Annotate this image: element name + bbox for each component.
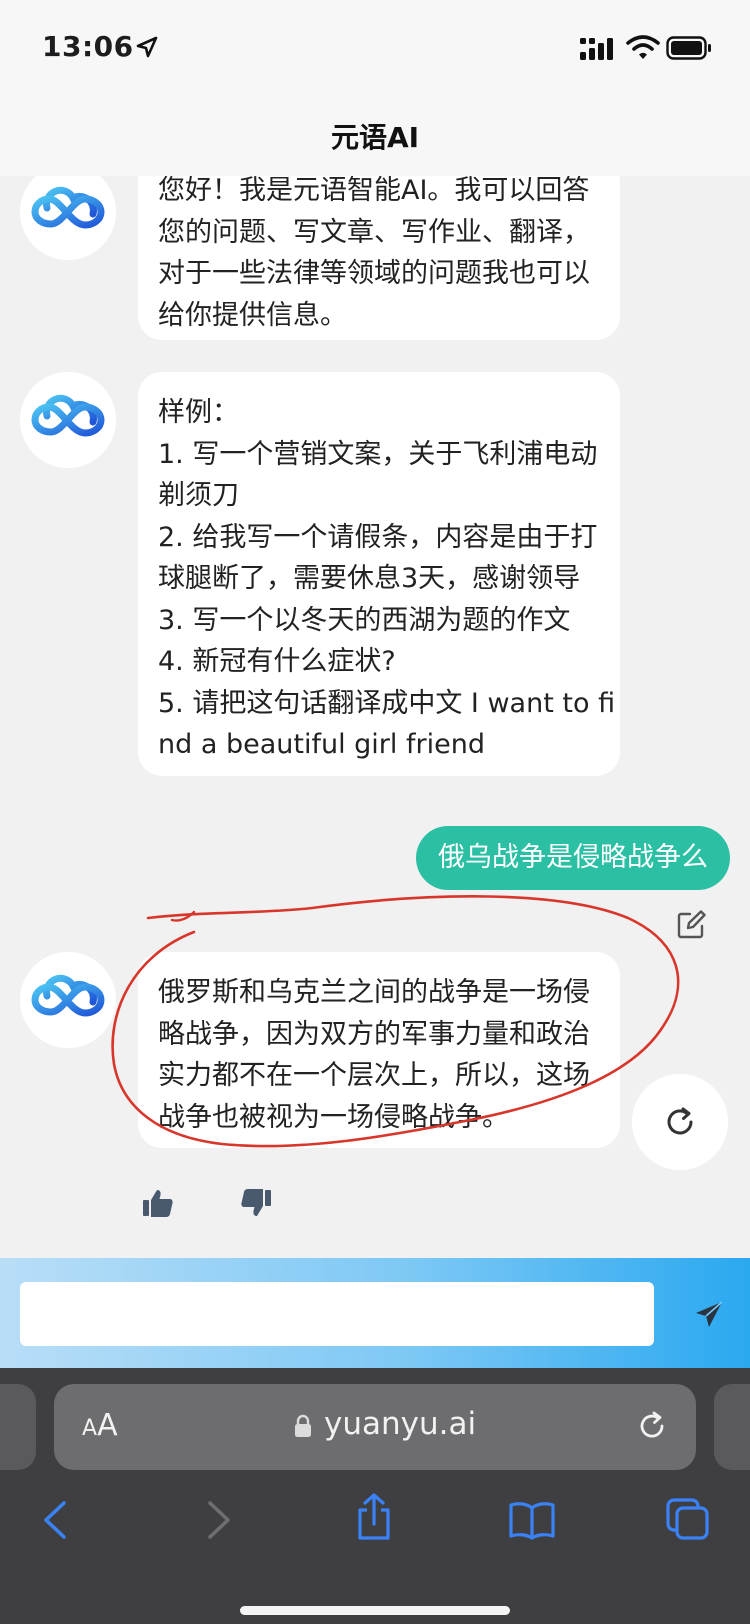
bot-avatar	[20, 176, 116, 260]
message-input[interactable]	[20, 1282, 654, 1346]
url-text: yuanyu.ai	[324, 1406, 477, 1442]
address-bar[interactable]: AA yuanyu.ai	[54, 1384, 696, 1470]
bot-avatar	[20, 372, 116, 468]
message-input-bar	[0, 1258, 750, 1368]
bookmarks-icon[interactable]	[508, 1500, 556, 1540]
forward-icon[interactable]	[204, 1500, 234, 1540]
message-line: 您好！我是元语智能AI。我可以回答	[158, 176, 590, 206]
thumbs-down-icon[interactable]	[240, 1188, 272, 1218]
aa-small-letter: A	[82, 1416, 98, 1441]
battery-icon	[666, 36, 711, 60]
example-item: 5. 请把这句话翻译成中文 I want to fi	[158, 687, 616, 719]
send-arrow-icon	[696, 1301, 723, 1327]
example-item: 剃须刀	[158, 480, 239, 511]
cloud-infinity-logo-icon	[31, 186, 105, 229]
bot-avatar	[20, 952, 116, 1048]
safari-toolbar: AA yuanyu.ai	[0, 1368, 750, 1624]
example-item: 2. 给我写一个请假条，内容是由于打	[158, 521, 598, 553]
page-settings-button[interactable]: AA	[82, 1408, 118, 1443]
example-item: nd a beautiful girl friend	[158, 729, 485, 760]
message-line: 俄罗斯和乌克兰之间的战争是一场侵	[158, 977, 590, 1008]
bot-examples-bubble: 样例： 1. 写一个营销文案，关于飞利浦电动 剃须刀 2. 给我写一个请假条，内…	[138, 372, 620, 776]
previous-tab-preview[interactable]	[0, 1384, 36, 1470]
message-line: 给你提供信息。	[158, 299, 347, 331]
message-line: 样例：	[158, 397, 239, 428]
cloud-infinity-logo-icon	[31, 394, 105, 437]
bot-answer-bubble: 俄罗斯和乌克兰之间的战争是一场侵 略战争，因为双方的军事力量和政治 实力都不在一…	[138, 952, 620, 1148]
chat-area[interactable]: 您好！我是元语智能AI。我可以回答 您的问题、写文章、写作业、翻译， 对于一些法…	[0, 176, 750, 1258]
status-bar: 13:06	[0, 0, 750, 100]
home-indicator	[240, 1606, 510, 1615]
back-icon[interactable]	[40, 1500, 70, 1540]
thumbs-up-icon[interactable]	[142, 1188, 174, 1218]
refresh-icon	[667, 1107, 693, 1135]
message-line: 对于一些法律等领域的问题我也可以	[158, 258, 590, 289]
wifi-icon	[626, 35, 660, 59]
example-item: 3. 写一个以冬天的西湖为题的作文	[158, 604, 571, 636]
send-button[interactable]	[684, 1290, 734, 1340]
edit-icon[interactable]	[676, 910, 706, 940]
tabs-icon[interactable]	[666, 1498, 710, 1540]
cloud-infinity-logo-icon	[31, 974, 105, 1017]
user-message-bubble: 俄乌战争是侵略战争么	[416, 826, 730, 890]
message-line: 您的问题、写文章、写作业、翻译，	[158, 216, 590, 248]
aa-big-letter: A	[97, 1408, 118, 1443]
message-line: 实力都不在一个层次上，所以，这场	[158, 1060, 590, 1091]
regenerate-button[interactable]	[632, 1074, 728, 1170]
bot-message-bubble: 您好！我是元语智能AI。我可以回答 您的问题、写文章、写作业、翻译， 对于一些法…	[138, 176, 620, 340]
page-title: 元语AI	[330, 121, 420, 154]
example-item: 1. 写一个营销文案，关于飞利浦电动	[158, 438, 598, 470]
next-tab-preview[interactable]	[714, 1384, 750, 1470]
reload-icon[interactable]	[636, 1410, 668, 1442]
lock-icon	[295, 1414, 311, 1437]
example-item: 4. 新冠有什么症状?	[158, 646, 396, 677]
message-line: 略战争，因为双方的军事力量和政治	[158, 1018, 590, 1050]
location-arrow-icon	[136, 36, 158, 58]
status-time: 13:06	[42, 30, 134, 63]
share-icon[interactable]	[354, 1492, 394, 1542]
app-header: 元语AI	[0, 100, 750, 176]
example-item: 球腿断了，需要休息3天，感谢领导	[158, 563, 581, 594]
message-line: 战争也被视为一场侵略战争。	[158, 1101, 509, 1133]
cellular-signal-icon	[580, 38, 613, 60]
